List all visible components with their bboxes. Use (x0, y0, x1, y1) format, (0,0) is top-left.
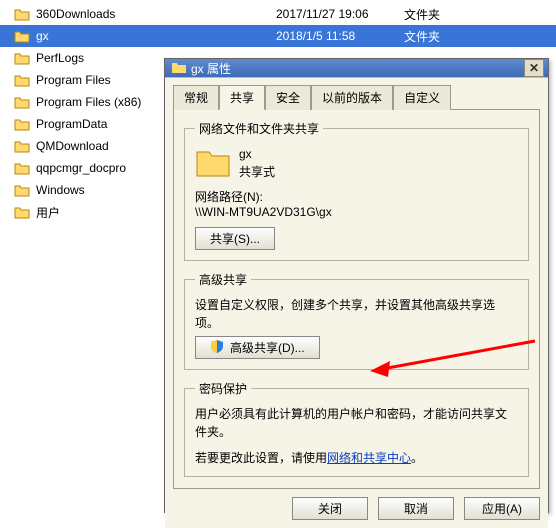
shield-icon (210, 339, 224, 356)
tab-custom[interactable]: 自定义 (393, 85, 451, 110)
ok-button[interactable]: 关闭 (292, 497, 368, 520)
folder-icon (14, 138, 30, 154)
dialog-title: gx 属性 (191, 60, 524, 77)
password-desc: 用户必须具有此计算机的用户帐户和密码，才能访问共享文件夹。 (195, 405, 518, 441)
file-name: gx (36, 29, 276, 43)
tab-security[interactable]: 安全 (265, 85, 311, 110)
group-password-protection: 密码保护 用户必须具有此计算机的用户帐户和密码，才能访问共享文件夹。 若要更改此… (184, 380, 529, 477)
netpath-value: \\WIN-MT9UA2VD31G\gx (195, 205, 518, 219)
close-icon: ✕ (529, 61, 539, 75)
close-button[interactable]: ✕ (524, 59, 544, 77)
properties-dialog: gx 属性 ✕ 常规 共享 安全 以前的版本 自定义 网络文件和文件夹共享 gx (164, 58, 549, 513)
file-type: 文件夹 (404, 28, 556, 45)
file-type: 文件夹 (404, 6, 556, 23)
file-row[interactable]: gx 2018/1/5 11:58 文件夹 (0, 25, 556, 47)
tab-general[interactable]: 常规 (173, 85, 219, 110)
folder-icon (14, 116, 30, 132)
advanced-share-button-label: 高级共享(D)... (230, 339, 305, 356)
folder-icon (14, 72, 30, 88)
advanced-share-button[interactable]: 高级共享(D)... (195, 336, 320, 359)
folder-icon (14, 204, 30, 220)
netpath-label: 网络路径(N): (195, 188, 518, 205)
password-change-line: 若要更改此设置，请使用网络和共享中心。 (195, 449, 518, 466)
group-advanced-sharing: 高级共享 设置自定义权限，创建多个共享，并设置其他高级共享选项。 高级共享(D)… (184, 271, 529, 370)
tab-strip: 常规 共享 安全 以前的版本 自定义 (173, 84, 540, 109)
file-row[interactable]: 360Downloads 2017/11/27 19:06 文件夹 (0, 3, 556, 25)
group-legend: 网络文件和文件夹共享 (195, 120, 323, 137)
network-sharing-center-link[interactable]: 网络和共享中心 (327, 451, 411, 465)
shared-folder-name: gx (239, 145, 275, 163)
group-legend: 高级共享 (195, 271, 251, 288)
folder-icon (171, 60, 187, 76)
group-network-sharing: 网络文件和文件夹共享 gx 共享式 网络路径(N): \\WIN-MT9UA2V… (184, 120, 529, 261)
annotation-arrow (370, 339, 540, 379)
dialog-body: 常规 共享 安全 以前的版本 自定义 网络文件和文件夹共享 gx 共享式 (165, 77, 548, 497)
file-date: 2018/1/5 11:58 (276, 29, 404, 43)
file-date: 2017/11/27 19:06 (276, 7, 404, 21)
folder-icon (14, 50, 30, 66)
tab-sharing[interactable]: 共享 (219, 85, 265, 110)
folder-icon (14, 28, 30, 44)
folder-icon (14, 160, 30, 176)
cancel-button[interactable]: 取消 (378, 497, 454, 520)
tab-versions[interactable]: 以前的版本 (311, 85, 393, 110)
file-name: 360Downloads (36, 7, 276, 21)
dialog-titlebar[interactable]: gx 属性 ✕ (165, 59, 548, 77)
dialog-button-row: 关闭 取消 应用(A) (165, 497, 548, 528)
folder-icon (195, 145, 231, 182)
advanced-desc: 设置自定义权限，创建多个共享，并设置其他高级共享选项。 (195, 296, 518, 332)
folder-icon (14, 94, 30, 110)
share-state: 共享式 (239, 163, 275, 181)
folder-icon (14, 182, 30, 198)
folder-icon (14, 6, 30, 22)
share-button[interactable]: 共享(S)... (195, 227, 275, 250)
apply-button[interactable]: 应用(A) (464, 497, 540, 520)
group-legend: 密码保护 (195, 380, 251, 397)
tab-panel-sharing: 网络文件和文件夹共享 gx 共享式 网络路径(N): \\WIN-MT9UA2V… (173, 109, 540, 489)
share-button-label: 共享(S)... (210, 230, 260, 247)
